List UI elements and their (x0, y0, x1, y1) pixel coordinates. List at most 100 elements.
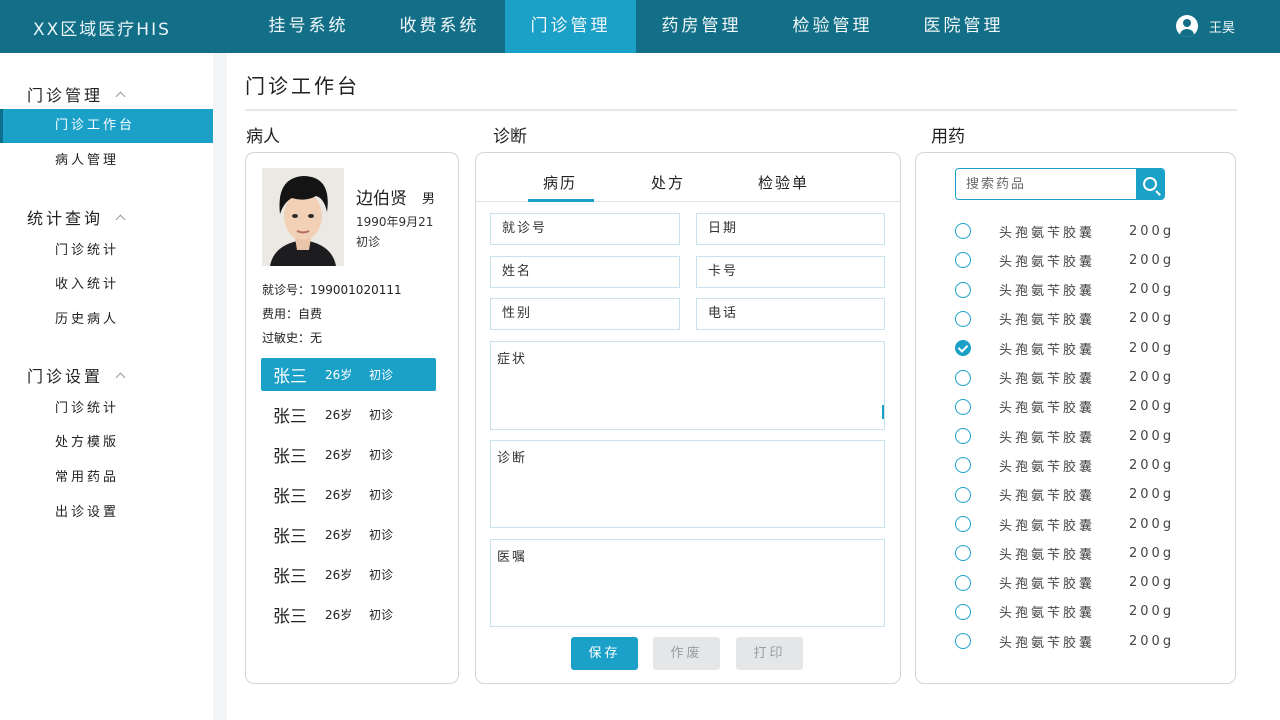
sidebar-item-history-patients[interactable]: 历史病人 (0, 303, 213, 337)
drug-row[interactable]: 头孢氨苄胶囊 200g (955, 309, 1185, 329)
drug-quantity: 200g (1129, 545, 1175, 561)
user-menu[interactable]: 王昊 (1176, 15, 1235, 37)
drug-row[interactable]: 头孢氨苄胶囊 200g (955, 485, 1185, 505)
drug-row[interactable]: 头孢氨苄胶囊 200g (955, 543, 1185, 563)
tab-prescription[interactable]: 处方 (651, 172, 685, 193)
tab-lab-order[interactable]: 检验单 (758, 172, 809, 193)
drug-quantity: 200g (1129, 340, 1175, 356)
radio-icon[interactable] (955, 486, 971, 503)
sidebar-item-schedule-settings[interactable]: 出诊设置 (0, 496, 213, 530)
sidebar-item-outpatient-stats-2[interactable]: 门诊统计 (0, 392, 213, 426)
nav-billing[interactable]: 收费系统 (374, 0, 505, 53)
radio-checked-icon[interactable] (955, 340, 971, 357)
nav-registration[interactable]: 挂号系统 (243, 0, 374, 53)
radio-icon[interactable] (955, 633, 971, 650)
name-field[interactable]: 姓名 (490, 256, 680, 288)
date-field[interactable]: 日期 (696, 213, 885, 245)
radio-icon[interactable] (955, 252, 971, 269)
radio-icon[interactable] (955, 603, 971, 620)
chevron-up-icon (115, 91, 126, 102)
queue-patient-name: 张三 (273, 407, 307, 427)
queue-patient-age: 26岁 (325, 448, 353, 462)
nav-pharmacy[interactable]: 药房管理 (636, 0, 767, 53)
drug-row[interactable]: 头孢氨苄胶囊 200g (955, 426, 1185, 446)
radio-icon[interactable] (955, 545, 971, 562)
drug-name: 头孢氨苄胶囊 (999, 254, 1096, 270)
drug-row[interactable]: 头孢氨苄胶囊 200g (955, 338, 1185, 358)
patient-queue-row[interactable]: 张三 26岁 初诊 (261, 478, 436, 511)
patient-section-title: 病人 (246, 127, 280, 147)
drug-name: 头孢氨苄胶囊 (999, 606, 1096, 622)
search-button[interactable] (1136, 169, 1164, 199)
radio-icon[interactable] (955, 223, 971, 239)
sidebar-item-income-stats[interactable]: 收入统计 (0, 268, 213, 302)
drug-row[interactable]: 头孢氨苄胶囊 200g (955, 397, 1185, 417)
nav-laboratory[interactable]: 检验管理 (767, 0, 898, 53)
patient-allergy: 过敏史：无 (262, 331, 323, 345)
patient-queue-row[interactable]: 张三 26岁 初诊 (261, 518, 436, 551)
drug-row[interactable]: 头孢氨苄胶囊 200g (955, 455, 1185, 475)
radio-icon[interactable] (955, 369, 971, 386)
radio-icon[interactable] (955, 281, 971, 298)
drug-row[interactable]: 头孢氨苄胶囊 200g (955, 514, 1185, 534)
save-button[interactable]: 保存 (571, 637, 638, 670)
drug-search-input[interactable] (956, 169, 1136, 199)
patient-queue-row[interactable]: 张三 26岁 初诊 (261, 398, 436, 431)
nav-outpatient[interactable]: 门诊管理 (505, 0, 636, 53)
queue-visit-type: 初诊 (369, 568, 394, 582)
sidebar-item-common-drugs[interactable]: 常用药品 (0, 461, 213, 495)
scrollbar-thumb[interactable] (882, 405, 884, 419)
sidebar-group-outpatient[interactable]: 门诊管理 (27, 82, 126, 106)
radio-icon[interactable] (955, 574, 971, 591)
tab-medical-record[interactable]: 病历 (543, 172, 577, 193)
main-nav: 挂号系统 收费系统 门诊管理 药房管理 检验管理 医院管理 (243, 0, 1029, 53)
sidebar-item-prescription-templates[interactable]: 处方模版 (0, 426, 213, 460)
sidebar-item-patients[interactable]: 病人管理 (0, 144, 213, 178)
drug-row[interactable]: 头孢氨苄胶囊 200g (955, 573, 1185, 593)
patient-queue-row[interactable]: 张三 26岁 初诊 (261, 438, 436, 471)
queue-visit-type: 初诊 (369, 528, 394, 542)
patient-queue-row[interactable]: 张三 26岁 初诊 (261, 558, 436, 591)
drug-name: 头孢氨苄胶囊 (999, 430, 1096, 446)
drug-row[interactable]: 头孢氨苄胶囊 200g (955, 221, 1185, 241)
sidebar-item-outpatient-stats[interactable]: 门诊统计 (0, 234, 213, 268)
queue-patient-age: 26岁 (325, 568, 353, 582)
radio-icon[interactable] (955, 428, 971, 445)
radio-icon[interactable] (955, 310, 971, 327)
drug-name: 头孢氨苄胶囊 (999, 459, 1096, 475)
phone-field[interactable]: 电话 (696, 298, 885, 330)
queue-patient-age: 26岁 (325, 368, 353, 382)
card-number-field[interactable]: 卡号 (696, 256, 885, 288)
symptom-textarea[interactable]: 症状 (490, 341, 885, 430)
queue-visit-type: 初诊 (369, 368, 394, 382)
radio-icon[interactable] (955, 516, 971, 532)
advice-label: 医嘱 (497, 550, 528, 565)
sex-field[interactable]: 性别 (490, 298, 680, 330)
patient-queue-row[interactable]: 张三 26岁 初诊 (261, 358, 436, 391)
void-button[interactable]: 作废 (653, 637, 720, 670)
drug-row[interactable]: 头孢氨苄胶囊 200g (955, 602, 1185, 622)
drug-row[interactable]: 头孢氨苄胶囊 200g (955, 368, 1185, 388)
diagnosis-section-title: 诊断 (493, 127, 527, 147)
radio-icon[interactable] (955, 457, 971, 474)
sidebar-group-statistics[interactable]: 统计查询 (27, 205, 126, 229)
print-button[interactable]: 打印 (736, 637, 803, 670)
patient-queue-row[interactable]: 张三 26岁 初诊 (261, 598, 436, 631)
diagnosis-textarea[interactable]: 诊断 (490, 440, 885, 528)
drug-name: 头孢氨苄胶囊 (999, 489, 1096, 505)
radio-icon[interactable] (955, 398, 971, 415)
nav-hospital[interactable]: 医院管理 (898, 0, 1029, 53)
drug-row[interactable]: 头孢氨苄胶囊 200g (955, 250, 1185, 270)
visit-number-field[interactable]: 就诊号 (490, 213, 680, 245)
drug-row[interactable]: 头孢氨苄胶囊 200g (955, 631, 1185, 651)
drug-name: 头孢氨苄胶囊 (999, 342, 1096, 358)
advice-textarea[interactable]: 医嘱 (490, 539, 885, 627)
sidebar-group-settings[interactable]: 门诊设置 (27, 363, 126, 387)
symptom-label: 症状 (497, 352, 528, 367)
sidebar-item-workbench[interactable]: 门诊工作台 (0, 109, 213, 143)
drug-quantity: 200g (1129, 457, 1175, 473)
drug-quantity: 200g (1129, 223, 1175, 239)
drug-row[interactable]: 头孢氨苄胶囊 200g (955, 280, 1185, 300)
user-avatar-icon (1176, 15, 1198, 37)
user-name: 王昊 (1209, 20, 1236, 36)
